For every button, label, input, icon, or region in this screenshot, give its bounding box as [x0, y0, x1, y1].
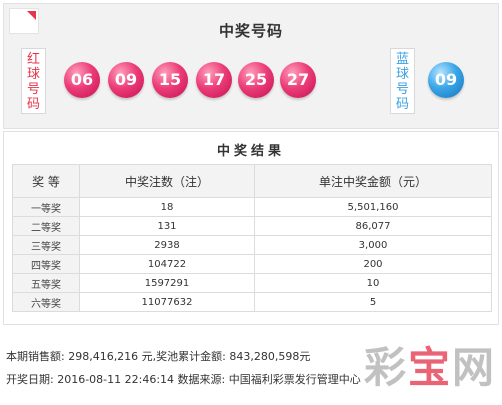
site-watermark: 彩宝网 — [363, 343, 496, 392]
table-row: 五等奖 1597291 10 — [12, 273, 492, 293]
prize-level: 四等奖 — [12, 254, 80, 274]
table-row: 一等奖 18 5,501,160 — [12, 197, 492, 217]
prize-amount: 5 — [254, 292, 492, 312]
results-table: 奖 等 中奖注数（注） 单注中奖金额（元） 一等奖 18 5,501,160 二… — [12, 164, 492, 312]
table-row: 六等奖 11077632 5 — [12, 292, 492, 312]
prize-amount: 200 — [254, 254, 492, 274]
table-header-row: 奖 等 中奖注数（注） 单注中奖金额（元） — [12, 164, 492, 198]
blue-ball-label: 蓝 球 号 码 — [390, 48, 415, 114]
winning-numbers-title: 中奖号码 — [218, 22, 283, 40]
prize-level: 二等奖 — [12, 216, 80, 236]
blue-ball: 09 — [428, 62, 464, 98]
prize-level: 三等奖 — [12, 235, 80, 255]
prize-level: 一等奖 — [12, 197, 80, 217]
table-row: 三等奖 2938 3,000 — [12, 235, 492, 255]
results-title: 中奖结果 — [216, 144, 285, 159]
prize-amount: 5,501,160 — [254, 197, 492, 217]
table-row: 四等奖 104722 200 — [12, 254, 492, 274]
winner-count: 2938 — [79, 235, 255, 255]
winning-numbers-panel: 中奖号码 红 球 号 码 06 09 15 17 25 27 蓝 球 号 码 0… — [3, 3, 499, 129]
red-ball: 09 — [108, 62, 144, 98]
winner-count: 11077632 — [79, 292, 255, 312]
winner-count: 1597291 — [79, 273, 255, 293]
red-ball: 25 — [238, 62, 274, 98]
red-ball: 17 — [196, 62, 232, 98]
red-ball: 06 — [64, 62, 100, 98]
winner-count: 18 — [79, 197, 255, 217]
header-amount: 单注中奖金额（元） — [254, 164, 492, 198]
prize-amount: 3,000 — [254, 235, 492, 255]
prize-amount: 10 — [254, 273, 492, 293]
prize-level: 五等奖 — [12, 273, 80, 293]
sales-info: 本期销售额: 298,416,216 元,奖池累计金额: 843,280,598… — [6, 350, 311, 363]
results-panel: 中奖结果 奖 等 中奖注数（注） 单注中奖金额（元） 一等奖 18 5,501,… — [3, 131, 499, 325]
table-row: 二等奖 131 86,077 — [12, 216, 492, 236]
winner-count: 131 — [79, 216, 255, 236]
prize-level: 六等奖 — [12, 292, 80, 312]
red-ball-label: 红 球 号 码 — [21, 48, 46, 114]
prize-amount: 86,077 — [254, 216, 492, 236]
red-ball: 27 — [280, 62, 316, 98]
header-count: 中奖注数（注） — [79, 164, 255, 198]
draw-date-info: 开奖日期: 2016-08-11 22:46:14 数据来源: 中国福利彩票发行… — [6, 373, 361, 386]
winner-count: 104722 — [79, 254, 255, 274]
header-level: 奖 等 — [12, 164, 80, 198]
red-ball: 15 — [152, 62, 188, 98]
